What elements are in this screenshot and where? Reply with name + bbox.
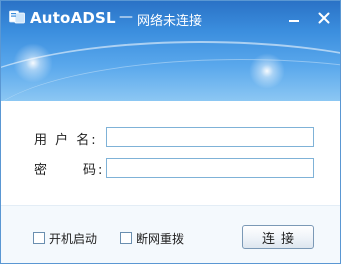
title-bar[interactable]: AutoADSL — 网络未连接 xyxy=(1,1,340,35)
title-separator: — xyxy=(119,9,133,25)
connect-button[interactable]: 连接 xyxy=(242,225,314,249)
app-logo-icon xyxy=(9,10,25,24)
reconnect-label[interactable]: 断网重拨 xyxy=(136,230,184,247)
connection-status: 网络未连接 xyxy=(137,14,203,29)
banner-glow xyxy=(249,53,285,89)
password-field[interactable] xyxy=(106,158,314,178)
banner-glow xyxy=(13,43,53,83)
password-label-tail: 码: xyxy=(83,163,105,178)
autostart-label[interactable]: 开机启动 xyxy=(49,230,97,247)
minimize-icon[interactable] xyxy=(287,11,301,25)
close-icon[interactable] xyxy=(317,11,331,25)
autoadsl-window: AutoADSL — 网络未连接 用 户 名: 密 码: 开机启动 断网重拨 连… xyxy=(0,0,341,264)
app-title: AutoADSL xyxy=(30,9,116,27)
username-field[interactable] xyxy=(106,127,314,147)
password-label: 密 xyxy=(34,163,50,178)
reconnect-checkbox[interactable] xyxy=(120,232,132,244)
username-label: 用 户 名: xyxy=(34,133,98,148)
autostart-checkbox[interactable] xyxy=(33,232,45,244)
